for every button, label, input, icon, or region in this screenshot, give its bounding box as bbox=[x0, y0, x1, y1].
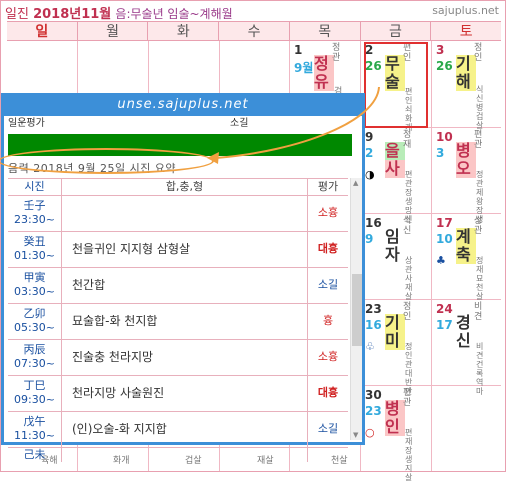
connector-arrow bbox=[207, 86, 380, 164]
calendar-frame: 일진 2018년11월 음:무술년 임술~계해월 sajuplus.net 일 … bbox=[0, 0, 506, 482]
